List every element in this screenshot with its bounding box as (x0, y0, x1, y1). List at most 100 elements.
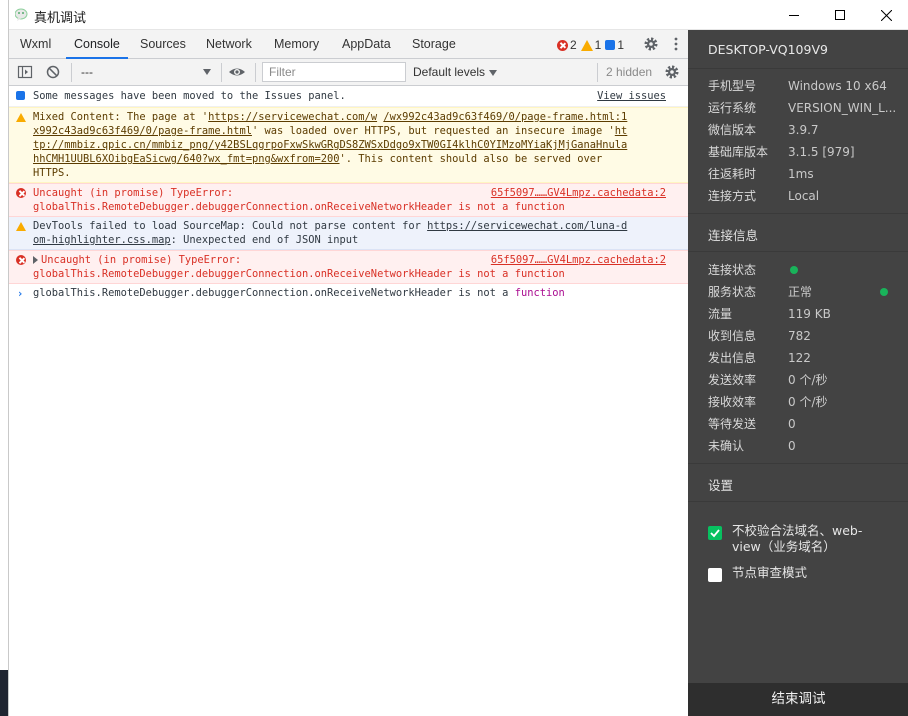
settings-gear-icon[interactable] (643, 36, 659, 52)
filter-input[interactable] (262, 62, 406, 82)
device-name: DESKTOP-VQ109V9 (708, 42, 828, 57)
conn-row: 发出信息 122 (708, 351, 811, 365)
toolbar-divider (71, 63, 72, 82)
console-messages: View issues Some messages have been move… (9, 87, 688, 716)
live-expression-eye-icon[interactable] (228, 64, 246, 80)
conn-row: 收到信息 782 (708, 329, 811, 343)
panel-divider (688, 463, 908, 464)
skip-domain-check-checkbox[interactable] (708, 526, 722, 540)
checkmark-icon (710, 529, 720, 538)
desktop-background (0, 670, 8, 716)
image-url-link-cont[interactable]: tp://mmbiz.qpic.cn/mmbiz_png/y42BSLqgrpo… (33, 138, 666, 152)
wechat-devtools-logo-icon (15, 8, 28, 21)
context-selector[interactable]: --- (81, 63, 211, 82)
console-message-error-expandable[interactable]: 65f5097……GV4Lmpz.cachedata:2 Uncaught (i… (9, 250, 688, 284)
info-row: 连接方式 Local (708, 189, 820, 203)
warning-icon (16, 221, 26, 235)
conn-row: 发送效率 0 个/秒 (708, 373, 828, 387)
tab-console[interactable]: Console (66, 30, 128, 59)
panel-divider (688, 501, 908, 502)
prompt-chevron-icon: › (17, 288, 24, 300)
chevron-down-icon (489, 69, 498, 76)
tab-storage[interactable]: Storage (412, 30, 456, 59)
page-url-link[interactable]: https://servicewechat.com/w (208, 111, 377, 123)
service-status-dot-icon (880, 288, 888, 296)
maximize-button[interactable] (817, 0, 863, 30)
console-message-issues-moved: View issues Some messages have been move… (9, 87, 688, 107)
console-toolbar: --- Default levels 2 hidden (9, 59, 688, 86)
chevron-down-icon (203, 69, 211, 75)
panel-divider (688, 213, 908, 214)
warning-count: 1 (580, 38, 601, 52)
view-issues-link[interactable]: View issues (597, 89, 666, 103)
title-bar: 真机调试 (9, 0, 908, 30)
window-title: 真机调试 (34, 11, 87, 26)
console-prompt-line[interactable]: › globalThis.RemoteDebugger.debuggerConn… (9, 284, 688, 302)
expand-triangle-icon[interactable] (33, 256, 38, 264)
node-inspect-label[interactable]: 节点审查模式 (732, 565, 882, 581)
sourcemap-url-link[interactable]: https://servicewechat.com/luna-d (427, 220, 627, 232)
page-frame-source-link[interactable]: /wx992c43ad9c63f469/0/page-frame.html:1 (383, 111, 627, 123)
close-icon (880, 9, 892, 21)
settings-title: 设置 (708, 478, 734, 493)
toolbar-divider (597, 63, 598, 82)
conn-row-status: 连接状态 (708, 259, 898, 281)
issue-counters[interactable]: 2 1 1 (556, 37, 624, 53)
tab-memory[interactable]: Memory (274, 30, 319, 59)
tab-network[interactable]: Network (206, 30, 252, 59)
node-inspect-checkbox[interactable] (708, 568, 722, 582)
conn-row: 流量 119 KB (708, 307, 831, 321)
info-row: 运行系统 VERSION_WIN_L... (708, 101, 897, 115)
conn-row: 未确认 0 (708, 439, 796, 453)
console-message-error: 65f5097……GV4Lmpz.cachedata:2 Uncaught (i… (9, 183, 688, 217)
image-url-link-end[interactable]: hhCMH1UUBL6XOibgEaSicwg/640?wx_fmt=png&w… (33, 153, 340, 165)
close-button[interactable] (863, 0, 908, 30)
skip-domain-check-label[interactable]: 不校验合法域名、web-view（业务域名） (732, 523, 882, 555)
console-settings-gear-icon[interactable] (664, 64, 680, 80)
tab-wxml[interactable]: Wxml (20, 30, 51, 59)
devtools-pane: Wxml Console Sources Network Memory AppD… (9, 30, 688, 716)
info-count: 1 (605, 38, 624, 52)
sourcemap-url-link-cont[interactable]: om-highlighter.css.map (33, 234, 171, 246)
warning-icon (16, 112, 26, 126)
hidden-messages-count: 2 hidden (606, 65, 653, 79)
conn-row-service: 服务状态 正常 (708, 281, 898, 303)
conn-row: 接收效率 0 个/秒 (708, 395, 828, 409)
more-options-icon[interactable] (673, 36, 679, 52)
maximize-icon (835, 10, 845, 20)
minimize-icon (789, 15, 799, 16)
warning-icon (580, 39, 593, 51)
tab-sources[interactable]: Sources (140, 30, 186, 59)
error-icon (16, 188, 26, 202)
error-source-link[interactable]: 65f5097……GV4Lmpz.cachedata:2 (491, 253, 666, 267)
connection-info-title: 连接信息 (708, 228, 759, 243)
error-source-link[interactable]: 65f5097……GV4Lmpz.cachedata:2 (491, 186, 666, 200)
image-url-link[interactable]: ht (615, 125, 628, 137)
remote-debug-panel: DESKTOP-VQ109V9 手机型号 Windows 10 x64 运行系统 V… (688, 30, 908, 716)
error-icon (556, 39, 568, 51)
toolbar-divider (221, 63, 222, 82)
connection-status-dot-icon (790, 266, 798, 274)
info-row: 基础库版本 3.1.5 [979] (708, 145, 855, 159)
info-row: 往返耗时 1ms (708, 167, 814, 181)
message-icon (16, 90, 25, 104)
console-message-sourcemap: DevTools failed to load SourceMap: Could… (9, 217, 688, 250)
conn-row: 等待发送 0 (708, 417, 796, 431)
page-url-link-cont[interactable]: x992c43ad9c63f469/0/page-frame.html (33, 125, 252, 137)
error-count: 2 (556, 38, 577, 52)
end-debug-button[interactable]: 结束调试 (688, 683, 908, 716)
console-message-mixed-content: Mixed Content: The page at 'https://serv… (9, 107, 688, 183)
devtools-tab-bar: Wxml Console Sources Network Memory AppD… (9, 30, 688, 59)
toolbar-divider (255, 63, 256, 82)
tab-appdata[interactable]: AppData (342, 30, 391, 59)
log-levels-dropdown[interactable]: Default levels (413, 63, 498, 82)
error-icon (16, 255, 26, 269)
message-icon (605, 40, 616, 50)
info-row: 手机型号 Windows 10 x64 (708, 79, 887, 93)
clear-console-icon[interactable] (45, 64, 61, 80)
show-sidebar-icon[interactable] (17, 64, 33, 80)
minimize-button[interactable] (771, 0, 817, 30)
panel-divider (688, 68, 908, 69)
info-row: 微信版本 3.9.7 (708, 123, 819, 137)
panel-divider (688, 251, 908, 252)
